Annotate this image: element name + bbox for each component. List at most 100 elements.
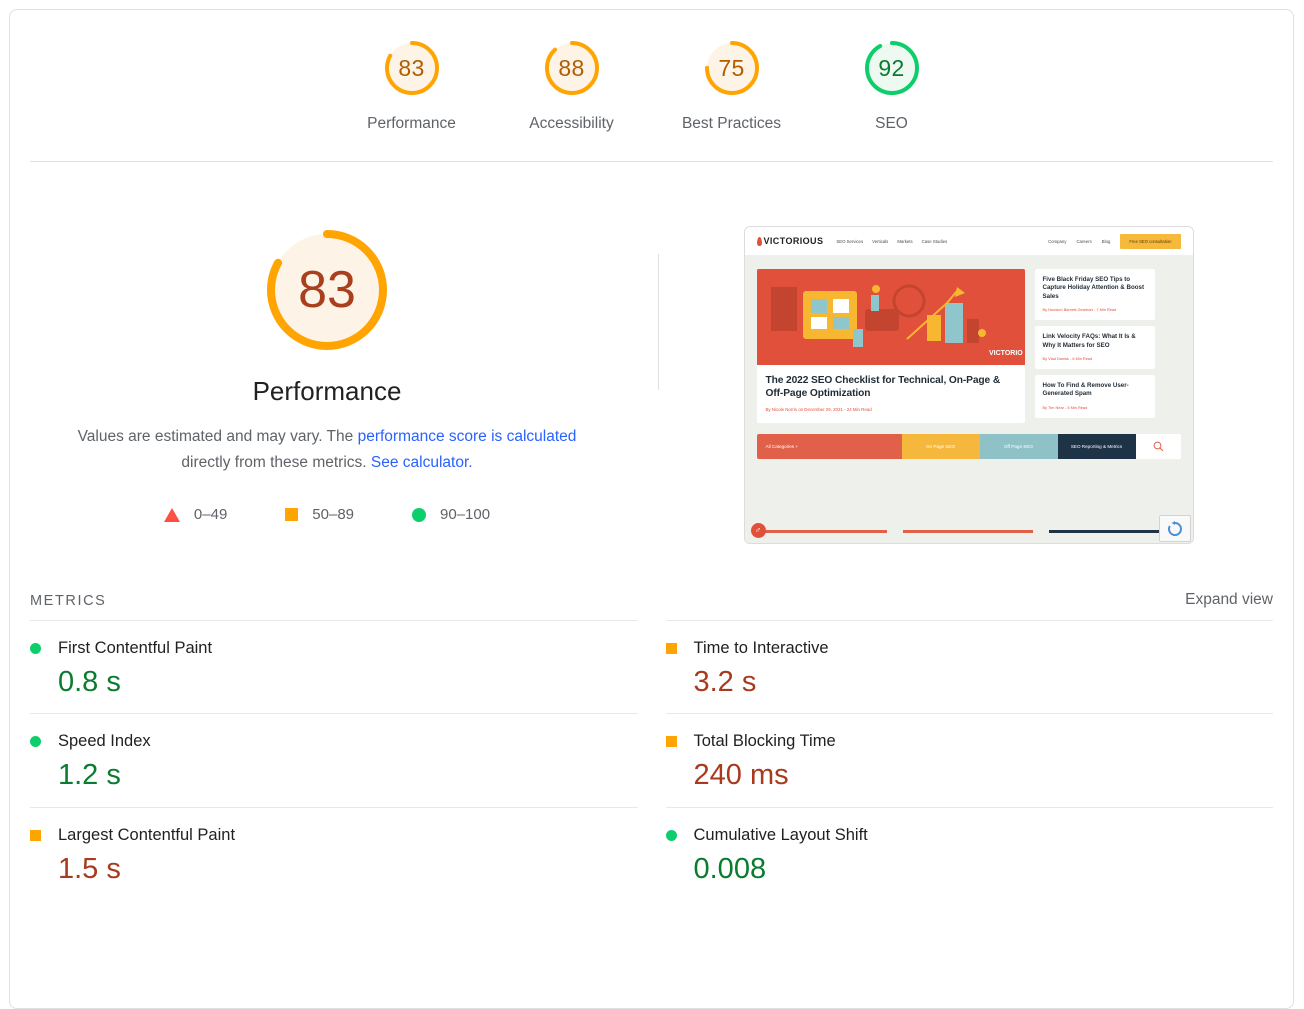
gauge-value-best-practices: 75: [718, 54, 745, 81]
score-label-accessibility: Accessibility: [529, 115, 614, 132]
legend-label-fail: 0–49: [193, 506, 228, 523]
performance-section: 83 Performance Values are estimated and …: [10, 162, 1293, 544]
recaptcha-icon: [1158, 515, 1191, 542]
lighthouse-report-card: 83 Performance 88 Accessibility 75 Best …: [9, 9, 1294, 1009]
square-icon: [665, 736, 677, 748]
gauge-value-performance-large: 83: [298, 261, 356, 319]
metric-value: 1.5 s: [58, 852, 121, 885]
side-article-card: Five Black Friday SEO Tips to Capture Ho…: [1034, 269, 1155, 321]
performance-description: Values are estimated and may vary. The p…: [57, 424, 597, 476]
score-item-seo[interactable]: 92 SEO: [812, 37, 972, 133]
metric-label: Total Blocking Time: [693, 732, 836, 751]
gauge-seo-small: 92: [861, 37, 923, 99]
nav-link-company: Company: [1048, 238, 1067, 244]
legend-item-pass: 90–100: [412, 506, 490, 523]
performance-gauge-panel: 83 Performance Values are estimated and …: [10, 222, 644, 544]
site-logo: VICTORIOUS: [756, 236, 824, 246]
metric-row[interactable]: Total Blocking Time 240 ms: [665, 713, 1274, 806]
page-screenshot-panel: VICTORIOUS SEO Services Verticals Market…: [644, 222, 1293, 544]
legend-label-average: 50–89: [312, 506, 355, 523]
site-logo-text: VICTORIOUS: [763, 236, 824, 246]
score-item-accessibility[interactable]: 88 Accessibility: [492, 37, 652, 133]
side-article-title: Five Black Friday SEO Tips to Capture Ho…: [1042, 276, 1145, 300]
side-article-byline: By Houston Barnett-Gearhart - 7 Min Read: [1042, 307, 1117, 313]
side-article-list: Five Black Friday SEO Tips to Capture Ho…: [1034, 269, 1155, 423]
performance-score-link[interactable]: performance score is calculated: [358, 428, 577, 445]
hero-illustration: VICTORIO: [756, 269, 1025, 365]
description-text-part1: Values are estimated and may vary. The: [77, 428, 358, 445]
cta-button: Free SEO consultation: [1120, 233, 1181, 249]
metric-label: Cumulative Layout Shift: [693, 825, 868, 844]
metric-name-row: First Contentful Paint: [30, 639, 638, 658]
category-seo-reporting: SEO Reporting & Metrics: [1057, 434, 1136, 459]
metric-value: 240 ms: [693, 759, 789, 792]
side-article-byline: By Vlad Danisk - 6 Min Read: [1042, 356, 1093, 362]
hero-text-block: The 2022 SEO Checklist for Technical, On…: [757, 365, 1025, 423]
flame-icon: [756, 236, 762, 246]
thumbnail-nav-links: SEO Services Verticals Markets Case Stud…: [836, 239, 947, 244]
metrics-header: METRICS Expand view: [30, 591, 1273, 609]
expand-view-button[interactable]: Expand view: [1185, 591, 1273, 609]
metrics-grid: First Contentful Paint 0.8 s Speed Index…: [30, 620, 1273, 900]
hero-title: The 2022 SEO Checklist for Technical, On…: [765, 375, 1001, 399]
nav-link-blog: Blog: [1101, 238, 1111, 244]
metric-label: First Contentful Paint: [58, 639, 213, 657]
gauge-value-seo: 92: [878, 54, 905, 81]
metric-name-row: Time to Interactive: [665, 639, 1274, 658]
hero-article-card: VICTORIO The 2022 SEO Checklist for Tech…: [756, 269, 1025, 423]
metrics-column-left: First Contentful Paint 0.8 s Speed Index…: [30, 620, 638, 900]
metric-name-row: Cumulative Layout Shift: [665, 825, 1274, 845]
metric-row[interactable]: Speed Index 1.2 s: [30, 713, 638, 806]
metric-label: Speed Index: [58, 732, 151, 751]
circle-icon: [30, 643, 41, 654]
score-label-seo: SEO: [875, 115, 908, 132]
gauge-value-performance: 83: [398, 54, 425, 81]
gauge-performance-small: 83: [381, 37, 443, 99]
hero-byline: By Nicole Norris on December 29, 2021 - …: [765, 407, 872, 412]
page-thumbnail: VICTORIOUS SEO Services Verticals Market…: [743, 226, 1194, 544]
gauge-best-practices-small: 75: [701, 37, 763, 99]
circle-icon: [665, 829, 677, 841]
thumbnail-nav-right: Company Careers Blog Free SEO consultati…: [1048, 233, 1181, 249]
metric-name-row: Total Blocking Time: [665, 732, 1274, 751]
square-icon: [665, 643, 677, 654]
score-item-best-practices[interactable]: 75 Best Practices: [652, 37, 812, 133]
recaptcha-glyph: [1167, 520, 1182, 536]
metric-value: 3.2 s: [693, 666, 757, 698]
side-article-byline: By Tim Near - 5 Min Read: [1042, 404, 1088, 410]
metric-row[interactable]: Largest Contentful Paint 1.5 s: [30, 806, 638, 900]
thumbnail-body: VICTORIO The 2022 SEO Checklist for Tech…: [744, 255, 1193, 543]
nav-link-markets: Markets: [897, 238, 913, 244]
side-article-card: Link Velocity FAQs: What It Is & Why It …: [1034, 326, 1155, 370]
category-bar: All Categories + On Page SEO Off Page SE…: [756, 434, 1181, 459]
score-item-performance[interactable]: 83 Performance: [332, 37, 492, 133]
performance-title: Performance: [252, 376, 402, 406]
category-off-page-seo: Off Page SEO: [979, 434, 1058, 459]
metrics-title: METRICS: [30, 593, 107, 609]
nav-link-case-studies: Case Studies: [921, 238, 948, 244]
side-article-card: How To Find & Remove User-Generated Spam…: [1034, 375, 1155, 418]
gauge-performance-large: 83: [259, 222, 395, 358]
see-calculator-link[interactable]: See calculator.: [371, 454, 473, 471]
nav-link-verticals: Verticals: [872, 238, 889, 244]
category-all: All Categories +: [756, 434, 902, 459]
score-label-performance: Performance: [367, 115, 456, 132]
category-on-page-seo: On Page SEO: [901, 434, 980, 459]
accessibility-icon: ♂: [750, 523, 766, 538]
gauge-accessibility-small: 88: [541, 37, 603, 99]
metric-value: 0.008: [693, 852, 767, 885]
triangle-icon: [163, 507, 180, 522]
circle-icon: [30, 736, 41, 748]
page-footer-bars: [756, 522, 1181, 543]
square-icon: [285, 508, 299, 521]
footer-bar-2: [902, 530, 1033, 533]
metric-label: Largest Contentful Paint: [58, 825, 236, 844]
circle-icon: [412, 507, 427, 522]
metric-row[interactable]: Cumulative Layout Shift 0.008: [665, 806, 1274, 900]
metric-row[interactable]: First Contentful Paint 0.8 s: [30, 620, 638, 713]
score-label-best-practices: Best Practices: [681, 115, 782, 132]
metrics-column-right: Time to Interactive 3.2 s Total Blocking…: [665, 620, 1274, 900]
score-legend: 0–49 50–89 90–100: [163, 506, 490, 523]
metric-row[interactable]: Time to Interactive 3.2 s: [665, 620, 1274, 713]
footer-bar-1: [756, 530, 887, 533]
